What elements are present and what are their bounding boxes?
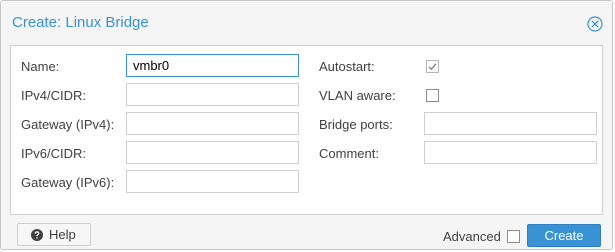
dialog-title: Create: Linux Bridge (12, 14, 149, 31)
vlan-aware-checkbox[interactable] (426, 89, 439, 102)
gateway-ipv6-label: Gateway (IPv6): (21, 175, 115, 190)
vlan-aware-label: VLAN aware: (319, 88, 396, 103)
check-icon (428, 63, 437, 71)
bridge-ports-input[interactable] (424, 112, 597, 135)
gateway-ipv4-input[interactable] (126, 112, 299, 135)
comment-label: Comment: (319, 146, 379, 161)
comment-input[interactable] (424, 141, 597, 164)
ipv6-cidr-input[interactable] (126, 141, 299, 164)
create-button[interactable]: Create (527, 224, 601, 247)
close-icon[interactable] (587, 16, 603, 32)
ipv4-cidr-label: IPv4/CIDR: (21, 88, 87, 103)
ipv4-cidr-input[interactable] (126, 83, 299, 106)
dialog-body: Name: IPv4/CIDR: Gateway (IPv4): IPv6/CI… (10, 45, 603, 215)
help-label: Help (49, 227, 76, 242)
name-input[interactable] (126, 54, 299, 77)
advanced-checkbox[interactable] (507, 230, 520, 243)
help-button[interactable]: Help (17, 223, 91, 246)
create-linux-bridge-dialog: Create: Linux Bridge Name: IPv4/CIDR: Ga… (0, 0, 613, 250)
gateway-ipv4-label: Gateway (IPv4): (21, 117, 115, 132)
name-label: Name: (21, 59, 60, 74)
ipv6-cidr-label: IPv6/CIDR: (21, 146, 87, 161)
bridge-ports-label: Bridge ports: (319, 117, 393, 132)
gateway-ipv6-input[interactable] (126, 170, 299, 193)
autostart-checkbox[interactable] (426, 60, 439, 73)
question-circle-icon (31, 229, 43, 241)
dialog-titlebar: Create: Linux Bridge (1, 1, 612, 45)
autostart-label: Autostart: (319, 59, 375, 74)
advanced-label: Advanced (443, 229, 501, 244)
dialog-footer: Help Advanced Create (10, 220, 603, 250)
